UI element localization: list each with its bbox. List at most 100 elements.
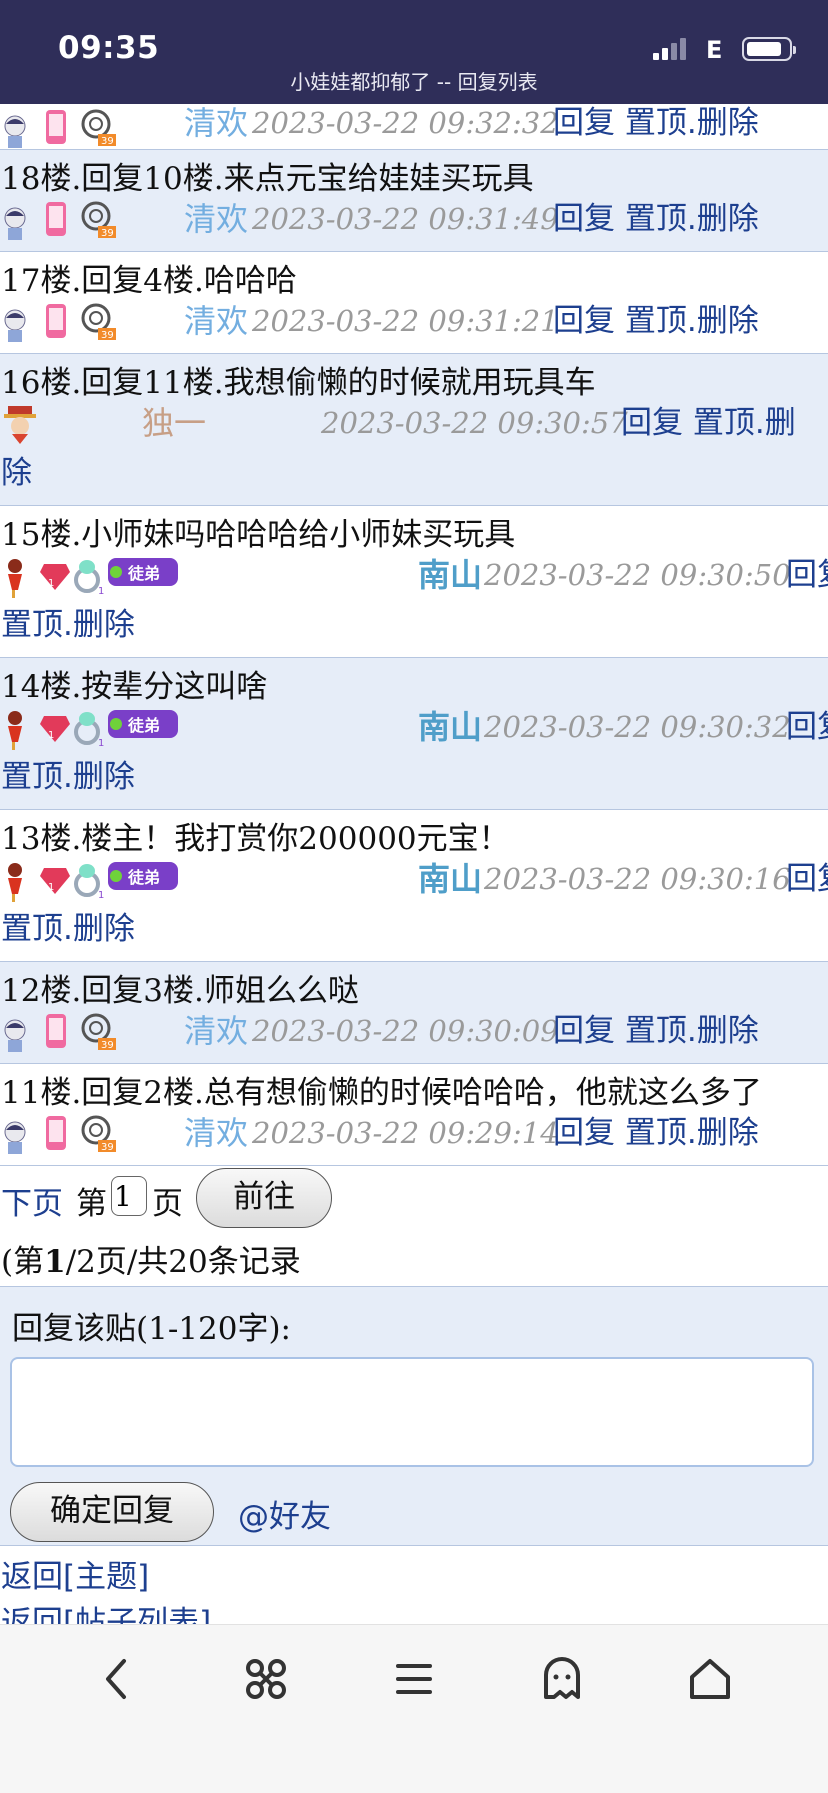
delete-link[interactable]: 删除 (73, 759, 135, 795)
svg-text:徒弟: 徒弟 (127, 868, 160, 887)
avatar-icon (8, 863, 22, 902)
pin-link[interactable]: 置顶 (625, 1013, 687, 1049)
pin-link[interactable]: 置顶 (625, 303, 687, 339)
avatar-icon (8, 559, 22, 598)
submit-reply-button[interactable]: 确定回复 (10, 1482, 214, 1542)
back-icon[interactable] (88, 1649, 148, 1709)
avatar-icon (4, 115, 26, 148)
reply-list: 39 清欢 2023-03-22 09:32:32 回复 置顶.删除 18楼.回… (0, 104, 828, 1624)
post-message: 18楼.回复10楼.来点元宝给娃娃买玩具 (1, 161, 534, 197)
reply-textarea[interactable] (10, 1357, 814, 1467)
ghost-icon[interactable] (532, 1649, 592, 1709)
svg-text:1: 1 (98, 738, 104, 746)
reply-link[interactable]: 回复 (553, 1115, 615, 1151)
reply-link[interactable]: 回复 (553, 1013, 615, 1049)
post-message: 15楼.小师妹吗哈哈哈给小师妹买玩具 (1, 517, 516, 553)
post-message: 13楼.楼主！我打赏你200000元宝！ (1, 821, 510, 857)
post-date: 2023-03-22 09:32:32 (252, 106, 559, 140)
ring-icon: 1 (74, 560, 104, 594)
post-actions: 回复 (786, 554, 828, 596)
pin-link[interactable]: 置顶 (625, 1115, 687, 1151)
reply-form: 回复该贴(1-120字): 确定回复 @好友 (0, 1287, 828, 1546)
back-list-link[interactable]: 返回[帖子列表] (1, 1605, 211, 1624)
svg-text:1: 1 (98, 586, 104, 594)
post-actions: 回复 置顶.删除 (553, 303, 759, 339)
post-actions: 回复 置顶.删除 (553, 1115, 759, 1151)
author-name[interactable]: 清欢 (184, 1112, 248, 1154)
at-friend-link[interactable]: @好友 (238, 1491, 331, 1536)
delete-link[interactable]: 删 (765, 405, 796, 441)
home-icon[interactable] (680, 1649, 740, 1709)
svg-text:徒弟: 徒弟 (127, 716, 160, 735)
pin-link[interactable]: 置顶 (625, 201, 687, 237)
gem-icon: 1 (40, 564, 70, 590)
floor-15: 15楼.小师妹吗哈哈哈给小师妹买玩具 1 1 徒弟 南山 2023-03-22 … (0, 506, 828, 658)
delete-link-cont[interactable]: 除 (1, 455, 32, 491)
gem-icon: 1 (40, 868, 70, 894)
pin-link[interactable]: 置顶 (1, 759, 63, 795)
author-name[interactable]: 清欢 (184, 1010, 248, 1052)
floor-14: 14楼.按辈分这叫啥 1 1 徒弟 南山 2023-03-22 09:30:32… (0, 658, 828, 810)
post-message: 16楼.回复11楼.我想偷懒的时候就用玩具车 (1, 365, 596, 401)
author-name[interactable]: 清欢 (184, 300, 248, 342)
next-page-link[interactable]: 下页 (1, 1178, 63, 1223)
pin-link[interactable]: 置顶 (1, 607, 63, 643)
post-message: 14楼.按辈分这叫啥 (1, 669, 268, 705)
reply-link[interactable]: 回复 (786, 557, 828, 593)
post-actions: 回复 置顶.删 (621, 405, 796, 441)
post-actions: 回复 (786, 858, 828, 900)
avatar-icon (4, 207, 26, 240)
post-actions-wrap: 置顶.删除 (1, 759, 135, 795)
reply-link[interactable]: 回复 (621, 405, 683, 441)
clock: 09:35 (58, 30, 160, 66)
post-actions: 回复 置顶.删除 (553, 105, 759, 141)
disciple-badge-icon: 徒弟 (108, 558, 178, 586)
post-date: 2023-03-22 09:30:09 (252, 1014, 559, 1048)
reply-link[interactable]: 回复 (553, 201, 615, 237)
phone-icon (46, 304, 66, 338)
phone-icon (46, 202, 66, 236)
delete-link[interactable]: 删除 (697, 105, 759, 141)
menu-icon[interactable] (384, 1649, 444, 1709)
ring-icon: 1 (74, 864, 104, 898)
pin-link[interactable]: 置顶 (625, 105, 687, 141)
post-actions: 回复 (786, 706, 828, 748)
command-icon[interactable] (236, 1649, 296, 1709)
author-name[interactable]: 独一 (142, 402, 206, 444)
svg-text:徒弟: 徒弟 (127, 564, 160, 583)
floor-12: 12楼.回复3楼.师姐么么哒 39 清欢 2023-03-22 09:30:09… (0, 962, 828, 1064)
page-number-input[interactable] (111, 1176, 147, 1216)
pin-link[interactable]: 置顶 (1, 911, 63, 947)
disciple-badge-icon: 徒弟 (108, 862, 178, 890)
reply-link[interactable]: 回复 (786, 709, 828, 745)
delete-link[interactable]: 删除 (697, 303, 759, 339)
svg-text:1: 1 (48, 578, 54, 589)
go-button[interactable]: 前往 (196, 1168, 332, 1228)
floor-13: 13楼.楼主！我打赏你200000元宝！ 1 1 徒弟 南山 2023-03-2… (0, 810, 828, 962)
post-date: 2023-03-22 09:31:21 (252, 304, 559, 338)
reply-link[interactable]: 回复 (786, 861, 828, 897)
back-topic-link[interactable]: 返回[主题] (1, 1559, 149, 1595)
author-name[interactable]: 南山 (418, 706, 482, 748)
post-date: 2023-03-22 09:29:14 (252, 1116, 559, 1150)
pin-link[interactable]: 置顶 (693, 405, 755, 441)
delete-link[interactable]: 删除 (73, 911, 135, 947)
delete-link[interactable]: 删除 (697, 1115, 759, 1151)
delete-link[interactable]: 删除 (697, 201, 759, 237)
author-name[interactable]: 清欢 (184, 104, 248, 144)
back-links: 返回[主题] 返回[帖子列表] (0, 1546, 828, 1624)
post-actions-wrap: 置顶.删除 (1, 911, 135, 947)
post-date: 2023-03-22 09:30:32 (484, 710, 791, 744)
author-name[interactable]: 南山 (418, 858, 482, 900)
author-name[interactable]: 南山 (418, 554, 482, 596)
delete-link[interactable]: 删除 (73, 607, 135, 643)
reply-link[interactable]: 回复 (553, 303, 615, 339)
pager: 下页 第 页 前往 (0, 1168, 828, 1228)
floor-18: 18楼.回复10楼.来点元宝给娃娃买玩具 39 清欢 2023-03-22 09… (0, 150, 828, 252)
svg-text:39: 39 (101, 228, 114, 239)
author-name[interactable]: 清欢 (184, 198, 248, 240)
page-label-suffix: 页 (152, 1186, 183, 1222)
avatar-icon (4, 406, 36, 444)
delete-link[interactable]: 删除 (697, 1013, 759, 1049)
reply-link[interactable]: 回复 (553, 105, 615, 141)
